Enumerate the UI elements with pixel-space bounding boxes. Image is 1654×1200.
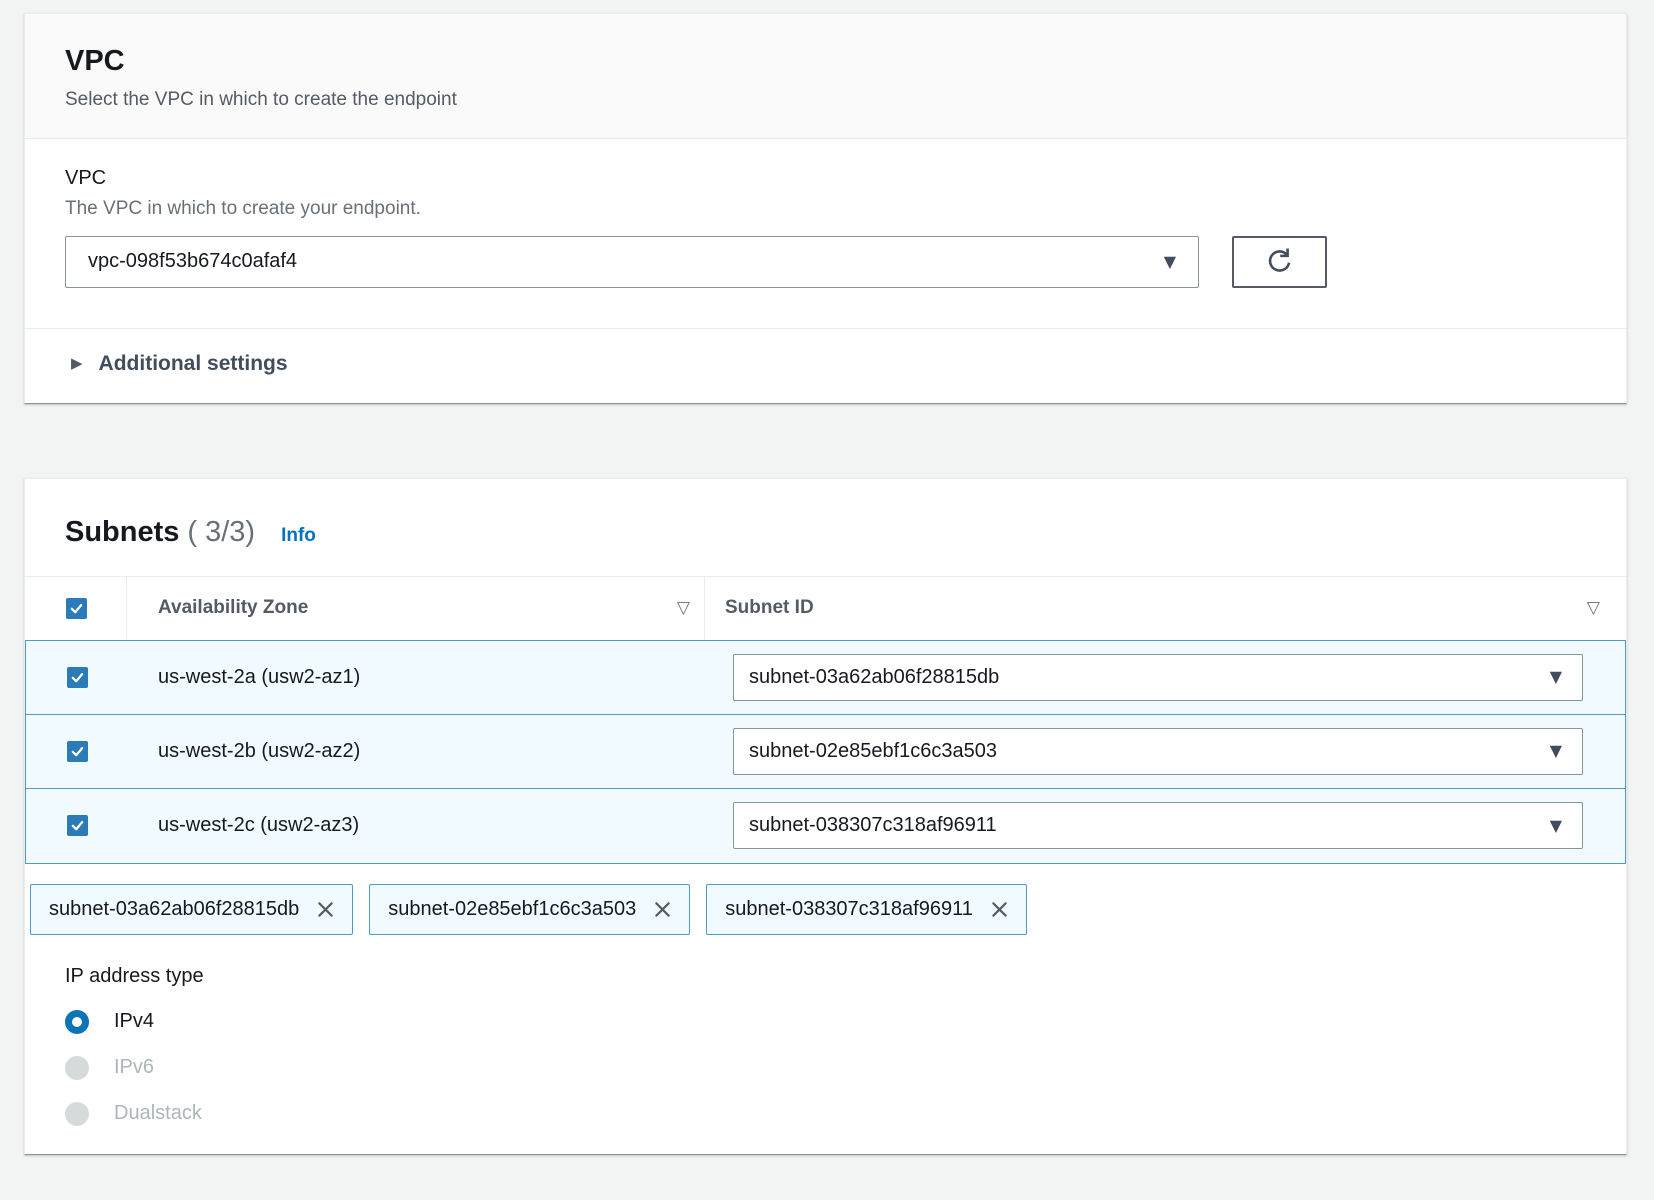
subnets-panel-header: Subnets( 3/3) Info — [25, 479, 1626, 576]
availability-zone-value: us-west-2a (usw2-az1) — [158, 666, 360, 689]
select-all-checkbox[interactable] — [66, 598, 87, 619]
table-row: us-west-2b (usw2-az2) subnet-02e85ebf1c6… — [26, 715, 1625, 789]
table-row: us-west-2a (usw2-az1) subnet-03a62ab06f2… — [26, 641, 1625, 715]
radio-button-ipv4[interactable] — [65, 1010, 89, 1034]
caret-down-icon: ▼ — [1164, 254, 1176, 270]
token-dismiss-button[interactable] — [989, 899, 1010, 920]
vpc-panel-title: VPC — [65, 44, 1586, 79]
ip-address-type-section: IP address type IPv4 IPv6 Dualstack — [65, 965, 1586, 1126]
additional-settings-toggle[interactable]: ▶ Additional settings — [25, 329, 1626, 403]
radio-button-ipv6 — [65, 1056, 89, 1080]
token-dismiss-button[interactable] — [315, 899, 336, 920]
vpc-field-label: VPC — [65, 167, 1586, 190]
subnets-counter: ( 3/3) — [187, 516, 255, 548]
table-rows: us-west-2a (usw2-az1) subnet-03a62ab06f2… — [25, 640, 1626, 864]
table-header: Availability Zone ▽ Subnet ID ▽ — [25, 576, 1626, 640]
radio-option-dualstack: Dualstack — [65, 1102, 1586, 1126]
availability-zone-cell: us-west-2a (usw2-az1) — [127, 641, 705, 714]
ip-address-type-radio-group: IPv4 IPv6 Dualstack — [65, 1010, 1586, 1126]
subnet-id-cell: subnet-038307c318af96911 ▼ — [705, 789, 1625, 863]
token-label: subnet-02e85ebf1c6c3a503 — [388, 898, 636, 921]
availability-zone-cell: us-west-2c (usw2-az3) — [127, 789, 705, 863]
radio-label: IPv6 — [114, 1056, 154, 1079]
subnets-title-text: Subnets — [65, 516, 179, 548]
vpc-panel-header: VPC Select the VPC in which to create th… — [25, 14, 1626, 139]
caret-right-icon: ▶ — [71, 356, 83, 371]
vpc-panel-body: VPC The VPC in which to create your endp… — [25, 139, 1626, 288]
close-icon — [652, 899, 673, 920]
close-icon — [989, 899, 1010, 920]
subnet-select[interactable]: subnet-03a62ab06f28815db ▼ — [733, 654, 1583, 701]
selected-subnet-tokens: subnet-03a62ab06f28815db subnet-02e85ebf… — [30, 884, 1586, 935]
radio-label: Dualstack — [114, 1102, 202, 1125]
info-link[interactable]: Info — [281, 525, 316, 547]
additional-settings-label: Additional settings — [99, 352, 288, 376]
subnet-select-value: subnet-03a62ab06f28815db — [749, 666, 999, 689]
column-header-subnet-id[interactable]: Subnet ID ▽ — [704, 577, 1626, 640]
radio-label: IPv4 — [114, 1010, 154, 1033]
subnet-id-cell: subnet-03a62ab06f28815db ▼ — [705, 641, 1625, 714]
row-checkbox[interactable] — [67, 667, 88, 688]
subnet-select-value: subnet-038307c318af96911 — [749, 814, 997, 837]
vpc-control-row: vpc-098f53b674c0afaf4 ▼ — [65, 236, 1586, 288]
subnets-panel: Subnets( 3/3) Info Availability Zone ▽ S… — [24, 478, 1627, 1155]
page: VPC Select the VPC in which to create th… — [0, 0, 1654, 1155]
column-header-label: Availability Zone — [158, 597, 308, 619]
availability-zone-value: us-west-2b (usw2-az2) — [158, 740, 360, 763]
subnet-select-value: subnet-02e85ebf1c6c3a503 — [749, 740, 997, 763]
subnet-select[interactable]: subnet-02e85ebf1c6c3a503 ▼ — [733, 728, 1583, 775]
token-label: subnet-03a62ab06f28815db — [49, 898, 299, 921]
column-header-availability-zone[interactable]: Availability Zone ▽ — [126, 577, 704, 640]
refresh-icon — [1266, 248, 1293, 275]
checkmark-icon — [70, 744, 85, 759]
checkmark-icon — [70, 818, 85, 833]
select-all-cell — [25, 598, 126, 619]
subnets-title: Subnets( 3/3) — [65, 515, 255, 550]
subnet-token: subnet-038307c318af96911 — [706, 884, 1027, 935]
vpc-field-description: The VPC in which to create your endpoint… — [65, 198, 1586, 220]
radio-option-ipv4: IPv4 — [65, 1010, 1586, 1034]
sort-icon: ▽ — [1587, 600, 1600, 617]
radio-option-ipv6: IPv6 — [65, 1056, 1586, 1080]
vpc-panel-description: Select the VPC in which to create the en… — [65, 89, 1586, 111]
row-select-cell — [26, 815, 127, 836]
availability-zone-cell: us-west-2b (usw2-az2) — [127, 715, 705, 788]
sort-icon: ▽ — [677, 600, 690, 617]
availability-zone-value: us-west-2c (usw2-az3) — [158, 814, 359, 837]
token-dismiss-button[interactable] — [652, 899, 673, 920]
token-label: subnet-038307c318af96911 — [725, 898, 973, 921]
caret-down-icon: ▼ — [1550, 743, 1562, 759]
subnet-token: subnet-02e85ebf1c6c3a503 — [369, 884, 690, 935]
ip-address-type-label: IP address type — [65, 965, 1586, 988]
checkmark-icon — [70, 670, 85, 685]
vpc-panel: VPC Select the VPC in which to create th… — [24, 13, 1627, 404]
vpc-select[interactable]: vpc-098f53b674c0afaf4 ▼ — [65, 236, 1199, 288]
vpc-select-value: vpc-098f53b674c0afaf4 — [88, 250, 297, 273]
radio-button-dualstack — [65, 1102, 89, 1126]
subnet-token: subnet-03a62ab06f28815db — [30, 884, 353, 935]
subnet-id-cell: subnet-02e85ebf1c6c3a503 ▼ — [705, 715, 1625, 788]
checkmark-icon — [69, 601, 84, 616]
subnet-select[interactable]: subnet-038307c318af96911 ▼ — [733, 802, 1583, 849]
refresh-button[interactable] — [1232, 236, 1327, 288]
column-header-label: Subnet ID — [725, 597, 814, 619]
row-select-cell — [26, 667, 127, 688]
close-icon — [315, 899, 336, 920]
row-checkbox[interactable] — [67, 741, 88, 762]
caret-down-icon: ▼ — [1550, 818, 1562, 834]
caret-down-icon: ▼ — [1550, 669, 1562, 685]
table-row: us-west-2c (usw2-az3) subnet-038307c318a… — [26, 789, 1625, 863]
row-select-cell — [26, 741, 127, 762]
row-checkbox[interactable] — [67, 815, 88, 836]
